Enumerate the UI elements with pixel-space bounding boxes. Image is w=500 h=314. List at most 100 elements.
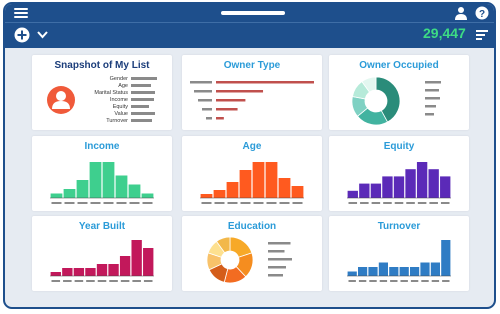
year-built-tick — [63, 280, 72, 282]
turnover-tick — [390, 280, 398, 282]
income-bar — [128, 184, 141, 198]
income-tick — [77, 202, 88, 204]
year-built-tick — [86, 280, 95, 282]
education-chart — [206, 236, 292, 284]
snapshot-row: Equity — [82, 103, 166, 110]
owner-type-chart — [190, 81, 314, 120]
turnover-tick — [358, 280, 367, 282]
help-icon[interactable]: ? — [475, 6, 489, 20]
age-tick — [266, 202, 277, 204]
snapshot-label: Income — [109, 96, 128, 103]
card-title: Turnover — [377, 221, 421, 232]
income-tick — [142, 202, 153, 204]
income-bar — [63, 189, 76, 198]
snapshot-bar — [131, 91, 155, 94]
owner-occupied-legend-bar — [425, 89, 439, 92]
user-icon[interactable] — [454, 6, 468, 20]
snapshot-row: Turnover — [82, 117, 166, 124]
income-tick — [129, 202, 140, 204]
year-built-chart — [50, 240, 154, 282]
age-tick — [201, 202, 212, 204]
turnover-bar — [378, 262, 388, 276]
card-owner-type[interactable]: Owner Type — [182, 55, 322, 130]
card-age[interactable]: Age — [182, 136, 322, 211]
card-title: Equity — [383, 141, 415, 152]
add-circle-icon[interactable] — [14, 27, 30, 43]
card-year-built[interactable]: Year Built — [32, 216, 172, 291]
turnover-tick — [400, 280, 408, 282]
year-built-tick — [109, 280, 118, 282]
turnover-bar — [389, 267, 399, 276]
age-bar — [213, 190, 226, 198]
card-education[interactable]: Education — [182, 216, 322, 291]
turnover-chart — [347, 240, 451, 282]
education-legend-bar — [268, 242, 291, 245]
income-bar — [50, 193, 63, 198]
owner-type-bar — [216, 90, 264, 93]
income-tick — [103, 202, 114, 204]
snapshot-row: Income — [82, 96, 166, 103]
equity-tick — [429, 202, 438, 204]
year-built-bar — [85, 268, 96, 276]
snapshot-bar — [131, 112, 155, 115]
owner-occupied-legend-bar — [425, 81, 441, 84]
top-bar: ? — [5, 4, 494, 22]
card-owner-occupied[interactable]: Owner Occupied — [329, 55, 469, 130]
equity-tick — [417, 202, 427, 204]
snapshot-row: Marital Status — [82, 89, 166, 96]
equity-tick — [440, 202, 450, 204]
age-tick — [292, 202, 303, 204]
turnover-bar — [430, 262, 440, 276]
turnover-bar — [420, 262, 430, 276]
turnover-tick — [379, 280, 388, 282]
snapshot-label: Age — [118, 82, 128, 89]
income-tick — [64, 202, 75, 204]
turnover-tick — [431, 280, 440, 282]
education-legend-bar — [268, 258, 292, 261]
snapshot-bar — [131, 77, 157, 80]
card-title: Income — [84, 141, 120, 152]
age-tick — [227, 202, 238, 204]
snapshot-label: Marital Status — [94, 89, 128, 96]
age-tick — [240, 202, 251, 204]
snapshot-label: Equity — [112, 103, 128, 110]
income-tick — [116, 202, 127, 204]
education-legend-bar — [268, 266, 286, 269]
chevron-down-icon[interactable] — [37, 30, 48, 39]
age-bar — [200, 194, 213, 198]
income-bar — [141, 193, 154, 198]
turnover-tick — [348, 280, 356, 282]
equity-tick — [394, 202, 404, 204]
snapshot-row: Value — [82, 110, 166, 117]
drag-handle[interactable] — [221, 11, 285, 15]
card-turnover[interactable]: Turnover — [329, 216, 469, 291]
turnover-bar — [441, 240, 451, 276]
snapshot-list: Gender Age Marital Status Income Equity Value… — [82, 75, 166, 124]
card-snapshot[interactable]: Snapshot of My List Gender Age Marital Sta… — [32, 55, 172, 130]
hamburger-icon[interactable] — [14, 8, 28, 18]
equity-tick — [383, 202, 392, 204]
snapshot-label: Value — [114, 110, 128, 117]
owner-occupied-legend-bar — [425, 97, 440, 100]
age-bar — [278, 178, 291, 198]
card-income[interactable]: Income — [32, 136, 172, 211]
owner-type-label-bar — [190, 81, 212, 84]
equity-tick — [371, 202, 381, 204]
snapshot-bar — [131, 84, 151, 87]
turnover-bar — [368, 267, 378, 276]
turnover-bar — [347, 271, 357, 276]
snapshot-row: Gender — [82, 75, 166, 82]
snapshot-bar — [131, 98, 154, 101]
age-bar — [239, 170, 252, 198]
list-icon[interactable] — [476, 29, 488, 41]
year-built-bar — [73, 268, 85, 276]
turnover-tick — [410, 280, 419, 282]
app-frame: ? 29,447 Snapshot of My List Gender Age Ma… — [3, 2, 496, 309]
year-built-bar — [108, 264, 119, 276]
owner-type-bar — [216, 108, 238, 111]
equity-bar — [405, 169, 416, 198]
equity-tick — [406, 202, 415, 204]
card-equity[interactable]: Equity — [329, 136, 469, 211]
equity-tick — [348, 202, 358, 204]
equity-bar — [393, 176, 405, 198]
